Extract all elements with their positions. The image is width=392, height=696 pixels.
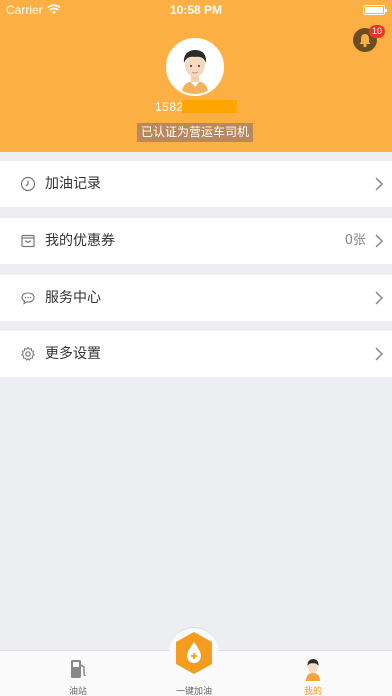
avatar-illustration	[168, 40, 222, 94]
chevron-right-icon	[375, 234, 384, 248]
menu-item-label: 更多设置	[45, 346, 101, 362]
chat-icon	[21, 292, 35, 305]
menu-item-label: 加油记录	[45, 176, 101, 192]
coupon-icon	[21, 234, 35, 248]
chevron-right-icon	[375, 291, 384, 305]
status-time: 10:58 PM	[169, 3, 223, 17]
phone-redaction-mask	[182, 100, 237, 113]
menu-item-label: 服务中心	[45, 290, 101, 306]
gear-icon	[21, 346, 35, 361]
fuel-pump-icon	[71, 660, 86, 678]
fuel-drop-icon	[176, 632, 212, 674]
profile-icon	[306, 659, 320, 681]
tab-stations[interactable]: 油站	[38, 651, 118, 696]
menu-item-more-settings[interactable]: 更多设置	[0, 331, 392, 377]
notification-badge: 10	[369, 25, 385, 38]
tab-label: 油站	[68, 687, 87, 696]
chevron-right-icon	[375, 177, 384, 191]
clock-icon	[20, 176, 36, 192]
menu-item-label: 我的优惠券	[45, 233, 115, 249]
status-bar: Carrier 10:58 PM	[0, 0, 392, 20]
tab-label: 一键加油	[175, 687, 212, 696]
profile-header: Carrier 10:58 PM 10 1582 已认证为营运车司机	[0, 0, 392, 152]
menu-item-fuel-records[interactable]: 加油记录	[0, 161, 392, 207]
one-click-fuel-button[interactable]: 一键加油	[164, 627, 224, 696]
verified-badge: 已认证为营运车司机	[137, 123, 254, 142]
chevron-right-icon	[375, 347, 384, 361]
coupon-count: 0张	[344, 233, 366, 248]
battery-icon	[363, 5, 387, 15]
tab-label: 我的	[303, 687, 322, 696]
phone-number-text: 1582	[155, 100, 184, 114]
tab-mine[interactable]: 我的	[273, 651, 353, 696]
menu-item-coupons[interactable]: 我的优惠券 0张	[0, 218, 392, 264]
menu-item-service-center[interactable]: 服务中心	[0, 275, 392, 321]
avatar[interactable]	[166, 38, 224, 96]
